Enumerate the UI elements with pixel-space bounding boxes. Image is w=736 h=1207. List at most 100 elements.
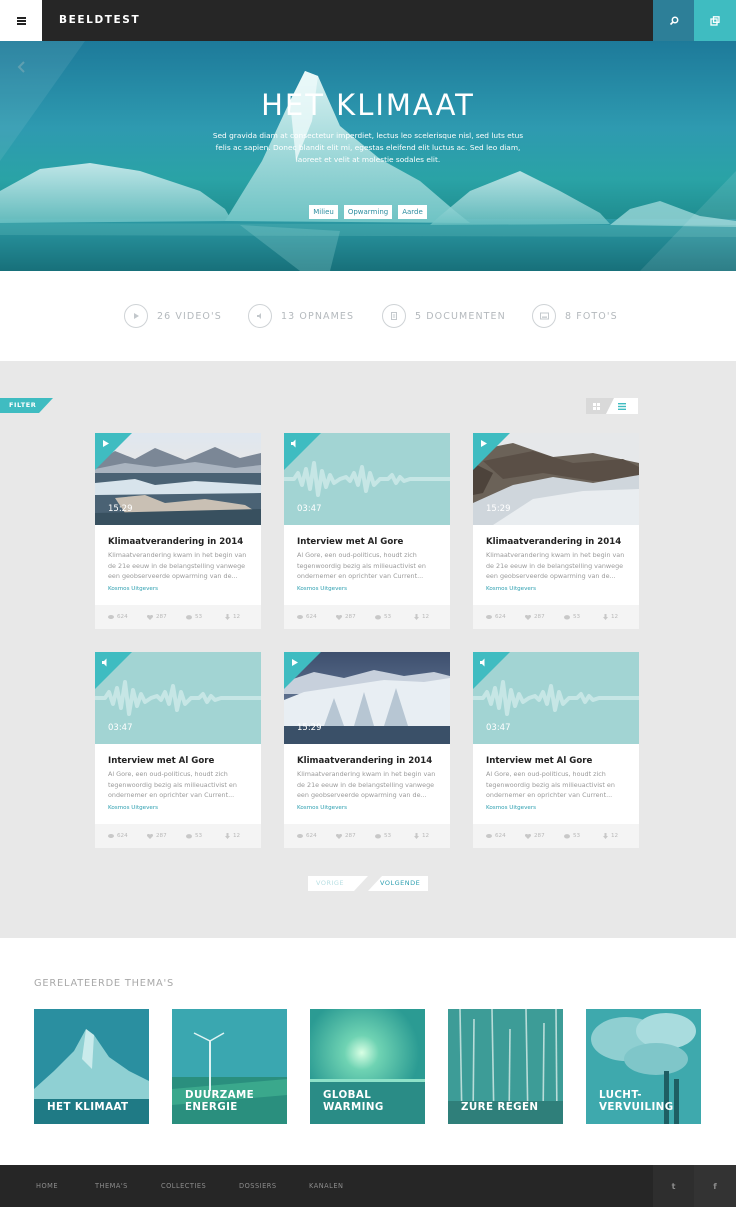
top-bar: BEELDTEST <box>0 0 736 41</box>
card-publisher[interactable]: Kosmos Uitgevers <box>108 805 158 811</box>
card-publisher[interactable]: Kosmos Uitgevers <box>108 586 158 592</box>
heart-icon <box>147 614 153 620</box>
list-view-button[interactable] <box>606 398 638 414</box>
card-title[interactable]: Klimaatverandering in 2014 <box>486 537 621 547</box>
card-title[interactable]: Interview met Al Gore <box>486 756 592 766</box>
grid-view-button[interactable] <box>586 398 606 414</box>
tag-milieu[interactable]: Milieu <box>309 205 338 219</box>
likes-count[interactable]: 287 <box>525 605 545 629</box>
comments-count[interactable]: 53 <box>564 824 580 848</box>
media-card[interactable]: 03:47 Interview met Al Gore Al Gore, een… <box>284 433 450 629</box>
card-title[interactable]: Klimaatverandering in 2014 <box>108 537 243 547</box>
footer-nav-kanalen[interactable]: KANALEN <box>309 1165 343 1207</box>
footer-nav-collecties[interactable]: COLLECTIES <box>161 1165 206 1207</box>
downloads-count[interactable]: 12 <box>414 605 429 629</box>
theme-label: ZURE REGEN <box>461 1101 539 1113</box>
stat-documents-label: 5 DOCUMENTEN <box>415 310 506 322</box>
filter-button[interactable]: FILTER <box>0 398 53 413</box>
likes-count[interactable]: 287 <box>525 824 545 848</box>
previous-page-button[interactable]: VORIGE <box>308 876 368 891</box>
media-card[interactable]: 03:47 Interview met Al Gore Al Gore, een… <box>473 652 639 848</box>
likes-count[interactable]: 287 <box>336 824 356 848</box>
card-publisher[interactable]: Kosmos Uitgevers <box>297 586 347 592</box>
theme-tile-zure-regen[interactable]: ZURE REGEN <box>448 1009 563 1124</box>
hero-description: Sed gravida diam at consectetur imperdie… <box>212 131 524 165</box>
stat-photos[interactable]: 8 FOTO'S <box>532 303 618 329</box>
footer-nav-dossiers[interactable]: DOSSIERS <box>239 1165 277 1207</box>
card-title[interactable]: Klimaatverandering in 2014 <box>297 756 432 766</box>
filter-label: FILTER <box>9 401 37 409</box>
views-count: 624 <box>297 605 317 629</box>
card-meta: 624 287 53 12 <box>473 605 639 629</box>
menu-button[interactable] <box>0 0 42 41</box>
card-title[interactable]: Interview met Al Gore <box>108 756 214 766</box>
comment-icon <box>564 833 570 838</box>
theme-tile-duurzame-energie[interactable]: DUURZAME ENERGIE <box>172 1009 287 1124</box>
card-title[interactable]: Interview met Al Gore <box>297 537 403 547</box>
eye-icon <box>486 615 492 619</box>
stat-videos[interactable]: 26 VIDEO'S <box>124 303 222 329</box>
card-publisher[interactable]: Kosmos Uitgevers <box>486 586 536 592</box>
grid-icon <box>592 402 600 410</box>
search-button[interactable] <box>653 0 694 41</box>
card-duration: 15:29 <box>297 723 322 733</box>
stat-recordings[interactable]: 13 OPNAMES <box>248 303 354 329</box>
next-page-button[interactable]: VOLGENDE <box>368 876 428 891</box>
comments-count[interactable]: 53 <box>375 824 391 848</box>
comments-count[interactable]: 53 <box>186 605 202 629</box>
tag-aarde[interactable]: Aarde <box>398 205 427 219</box>
brand-logo[interactable]: BEELDTEST <box>59 0 140 41</box>
card-description: Al Gore, een oud-politicus, houdt zich t… <box>108 770 237 799</box>
card-meta: 624 287 53 12 <box>284 605 450 629</box>
theme-tile-global-warming[interactable]: GLOBAL WARMING <box>310 1009 425 1124</box>
footer-nav-home[interactable]: HOME <box>36 1165 58 1207</box>
stat-photos-label: 8 FOTO'S <box>565 310 618 322</box>
share-button[interactable] <box>694 0 736 41</box>
theme-tile-luchtvervuiling[interactable]: LUCHT- VERVUILING <box>586 1009 701 1124</box>
heart-icon <box>525 833 531 839</box>
theme-label: LUCHT- VERVUILING <box>599 1089 674 1113</box>
media-card[interactable]: 15:29 Klimaatverandering in 2014 Klimaat… <box>95 433 261 629</box>
list-icon <box>618 402 626 410</box>
views-count: 624 <box>108 605 128 629</box>
footer-nav-themas[interactable]: THEMA'S <box>95 1165 128 1207</box>
card-publisher[interactable]: Kosmos Uitgevers <box>486 805 536 811</box>
comments-count[interactable]: 53 <box>375 605 391 629</box>
media-card[interactable]: 15:29 Klimaatverandering in 2014 Klimaat… <box>284 652 450 848</box>
media-card[interactable]: 15:29 Klimaatverandering in 2014 Klimaat… <box>473 433 639 629</box>
card-thumbnail: 15:29 <box>284 652 450 744</box>
stat-documents[interactable]: 5 DOCUMENTEN <box>382 303 506 329</box>
next-page-label: VOLGENDE <box>380 879 421 887</box>
comments-count[interactable]: 53 <box>186 824 202 848</box>
tag-opwarming[interactable]: Opwarming <box>343 205 393 219</box>
heart-icon <box>336 614 342 620</box>
card-publisher[interactable]: Kosmos Uitgevers <box>297 805 347 811</box>
photo-icon <box>532 304 556 328</box>
downloads-count[interactable]: 12 <box>414 824 429 848</box>
theme-label: HET KLIMAAT <box>47 1101 129 1113</box>
eye-icon <box>486 834 492 838</box>
twitter-button[interactable]: t <box>653 1165 694 1207</box>
play-icon <box>124 304 148 328</box>
heart-icon <box>525 614 531 620</box>
card-description: Klimaatverandering kwam in het begin van… <box>486 551 625 580</box>
likes-count[interactable]: 287 <box>147 605 167 629</box>
theme-label: GLOBAL WARMING <box>323 1089 384 1113</box>
media-card[interactable]: 03:47 Interview met Al Gore Al Gore, een… <box>95 652 261 848</box>
facebook-button[interactable]: f <box>694 1165 736 1207</box>
downloads-count[interactable]: 12 <box>603 605 618 629</box>
likes-count[interactable]: 287 <box>147 824 167 848</box>
card-description: Al Gore, een oud-politicus, houdt zich t… <box>486 770 615 799</box>
comment-icon <box>564 614 570 619</box>
back-arrow-icon[interactable] <box>14 59 30 75</box>
theme-tile-het-klimaat[interactable]: HET KLIMAAT <box>34 1009 149 1124</box>
downloads-count[interactable]: 12 <box>225 605 240 629</box>
previous-page-label: VORIGE <box>316 879 345 887</box>
downloads-count[interactable]: 12 <box>603 824 618 848</box>
views-count: 624 <box>297 824 317 848</box>
comment-icon <box>186 833 192 838</box>
likes-count[interactable]: 287 <box>336 605 356 629</box>
downloads-count[interactable]: 12 <box>225 824 240 848</box>
comments-count[interactable]: 53 <box>564 605 580 629</box>
download-icon <box>414 833 419 839</box>
